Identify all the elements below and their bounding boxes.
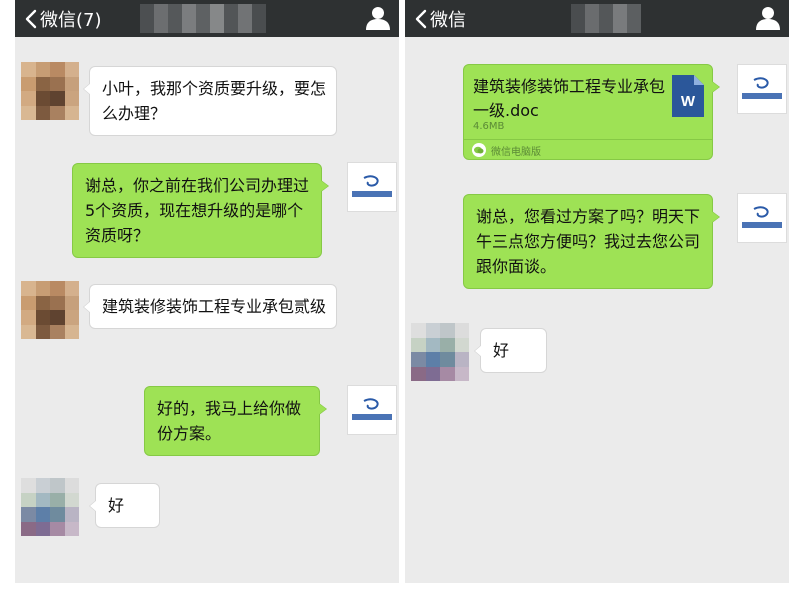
company-logo-icon xyxy=(742,206,782,228)
own-avatar[interactable] xyxy=(737,193,787,243)
contact-avatar[interactable] xyxy=(21,478,79,536)
file-source: 微信电脑版 xyxy=(472,143,541,158)
message-bubble-incoming[interactable]: 好 xyxy=(474,328,547,373)
file-name: 建筑装修装饰工程专业承包一级.doc xyxy=(473,77,666,120)
message-bubble-outgoing[interactable]: 谢总，你之前在我们公司办理过5个资质，现在想升级的是哪个资质呀？ xyxy=(72,163,329,258)
divider xyxy=(464,139,712,140)
message-bubble-outgoing[interactable]: 谢总，您看过方案了吗？明天下午三点您方便吗？我过去您公司跟你面谈。 xyxy=(463,194,720,289)
message-bubble-incoming[interactable]: 好 xyxy=(89,483,160,528)
person-icon[interactable] xyxy=(365,5,391,31)
chat-panel-right: 微信 建筑装修装饰工程专业承包一级.doc 4.6MB W 微信电脑版 谢总，您… xyxy=(405,0,789,583)
chat-header: 微信 xyxy=(405,0,789,37)
chat-header: 微信(7) xyxy=(15,0,399,37)
file-icon-letter: W xyxy=(681,93,696,110)
contact-name-blurred xyxy=(140,4,266,33)
back-button[interactable]: 微信(7) xyxy=(25,0,102,37)
message-bubble-outgoing[interactable]: 好的，我马上给你做份方案。 xyxy=(144,386,327,456)
company-logo-icon xyxy=(742,77,782,99)
file-message-card[interactable]: 建筑装修装饰工程专业承包一级.doc 4.6MB W 微信电脑版 xyxy=(463,64,720,160)
file-size: 4.6MB xyxy=(473,121,505,132)
back-label: 微信(7) xyxy=(40,9,102,31)
message-bubble-incoming[interactable]: 建筑装修装饰工程专业承包贰级 xyxy=(83,284,337,329)
word-document-icon: W xyxy=(672,75,704,117)
chevron-left-icon xyxy=(415,9,427,28)
contact-avatar[interactable] xyxy=(21,281,79,339)
own-avatar[interactable] xyxy=(347,162,397,212)
contact-avatar[interactable] xyxy=(411,323,469,381)
own-avatar[interactable] xyxy=(347,385,397,435)
contact-avatar[interactable] xyxy=(21,62,79,120)
company-logo-icon xyxy=(352,175,392,197)
contact-name-blurred xyxy=(571,4,641,33)
company-logo-icon xyxy=(352,398,392,420)
wechat-pc-icon xyxy=(472,143,486,157)
back-button[interactable]: 微信 xyxy=(415,0,466,37)
person-icon[interactable] xyxy=(755,5,781,31)
back-label: 微信 xyxy=(430,9,466,31)
source-label: 微信电脑版 xyxy=(491,146,541,158)
chevron-left-icon xyxy=(25,9,37,28)
message-bubble-incoming[interactable]: 小叶，我那个资质要升级，要怎么办理？ xyxy=(83,66,337,136)
own-avatar[interactable] xyxy=(737,64,787,114)
chat-panel-left: 微信(7) 小叶，我那个资质要升级，要怎么办理？ 谢总，你之前在我们公司办理过5… xyxy=(15,0,399,583)
